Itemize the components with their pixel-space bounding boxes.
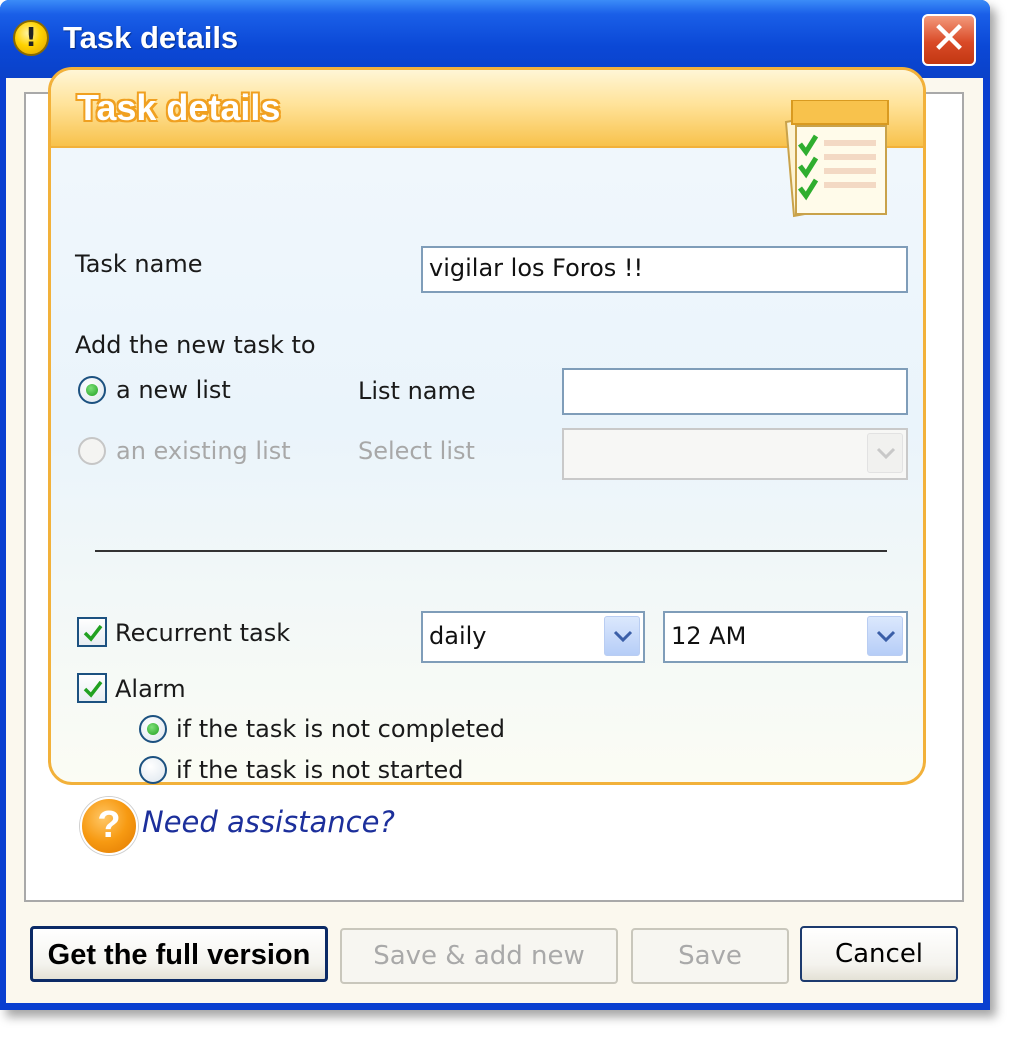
save-add-new-button[interactable]: Save & add new (340, 928, 618, 984)
task-details-window: ! Task details ✕ Task details Task name … (0, 0, 990, 1010)
save-button[interactable]: Save (631, 928, 789, 984)
existing-list-label[interactable]: an existing list (116, 437, 291, 465)
chevron-down-icon (876, 447, 896, 460)
help-icon[interactable]: ? (80, 797, 138, 855)
check-icon (83, 680, 103, 698)
recurrent-task-label[interactable]: Recurrent task (115, 619, 290, 647)
not-completed-radio[interactable] (139, 715, 167, 743)
chevron-down-icon (876, 630, 896, 643)
close-icon: ✕ (930, 13, 968, 64)
time-value: 12 AM (671, 622, 747, 650)
task-name-input[interactable]: vigilar los Foros !! (421, 246, 908, 293)
time-dropdown-arrow[interactable] (867, 616, 903, 656)
frequency-dropdown[interactable]: daily (421, 611, 645, 663)
alarm-checkbox[interactable] (77, 673, 107, 703)
select-list-arrow[interactable] (867, 433, 903, 473)
time-dropdown[interactable]: 12 AM (663, 611, 908, 663)
get-full-version-button[interactable]: Get the full version (30, 926, 328, 982)
need-assistance-link[interactable]: Need assistance? (142, 805, 395, 839)
recurrent-task-checkbox[interactable] (77, 617, 107, 647)
frequency-value: daily (429, 622, 487, 650)
select-list-label: Select list (358, 437, 475, 465)
existing-list-radio[interactable] (78, 437, 106, 465)
new-list-radio[interactable] (78, 376, 106, 404)
panel-title: Task details (77, 87, 281, 128)
window-title: Task details (63, 20, 239, 55)
not-started-radio[interactable] (139, 756, 167, 784)
not-started-label[interactable]: if the task is not started (176, 756, 464, 784)
cancel-button[interactable]: Cancel (800, 926, 958, 982)
task-name-label: Task name (75, 250, 203, 278)
select-list-dropdown[interactable] (562, 428, 908, 480)
section-divider (95, 550, 887, 552)
frequency-dropdown-arrow[interactable] (604, 616, 640, 656)
close-button[interactable]: ✕ (922, 14, 976, 66)
alarm-label[interactable]: Alarm (115, 675, 186, 703)
not-completed-label[interactable]: if the task is not completed (176, 715, 505, 743)
list-name-input[interactable] (562, 368, 908, 415)
chevron-down-icon (613, 630, 633, 643)
new-list-label[interactable]: a new list (116, 376, 231, 404)
list-name-label: List name (358, 377, 476, 405)
add-to-label: Add the new task to (75, 331, 316, 359)
warning-icon: ! (13, 20, 49, 56)
check-icon (83, 624, 103, 642)
checklist-icon (784, 100, 889, 218)
